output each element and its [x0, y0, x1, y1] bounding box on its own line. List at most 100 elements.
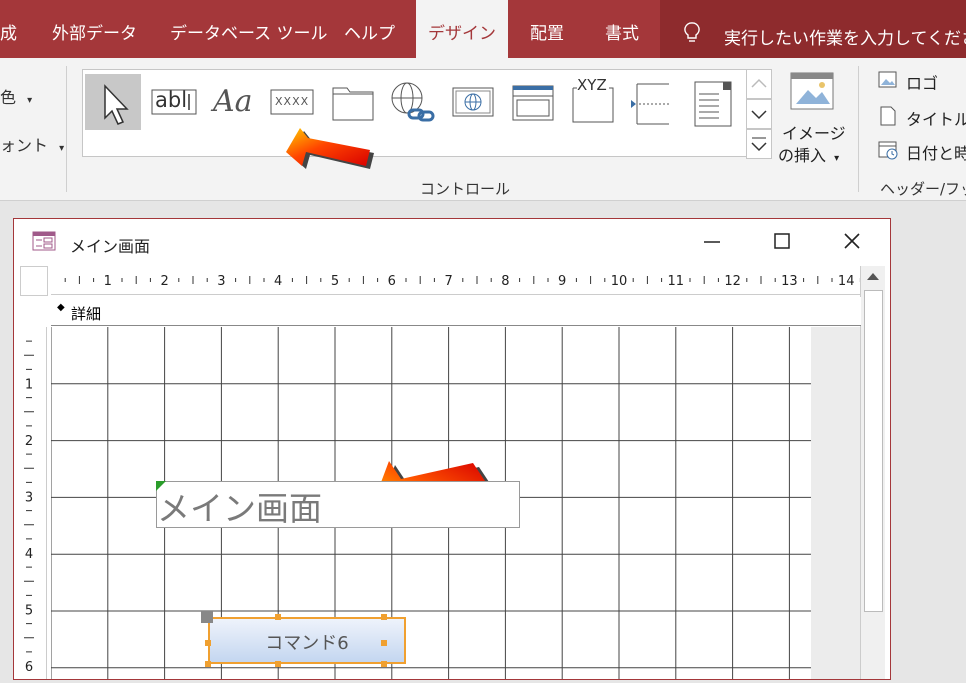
vertical-ruler[interactable]: 1 2 3 4 5 6	[20, 327, 47, 679]
vertical-ruler-ticks: 1 2 3 4 5 6	[24, 340, 34, 675]
ruler-number: 12	[724, 274, 741, 289]
controls-group-label: コントロール	[420, 180, 511, 198]
window-title: メイン画面	[70, 237, 151, 256]
gallery-scroll-down-button[interactable]	[746, 99, 772, 129]
header-footer-group-label: ヘッダー/フッ	[880, 180, 966, 198]
tab-design[interactable]: デザイン	[416, 0, 508, 58]
ribbon-tab-bar: 成 外部データ データベース ツール ヘルプ デザイン 配置 書式 実行したい作…	[0, 0, 966, 58]
ruler-corner[interactable]	[20, 266, 48, 296]
ruler-number: 3	[25, 491, 33, 506]
hyperlink-icon[interactable]	[383, 74, 439, 130]
resize-handle[interactable]	[381, 661, 387, 667]
window-title-bar: メイン画面	[14, 219, 890, 263]
scroll-thumb[interactable]	[864, 290, 883, 612]
ruler-number: 5	[331, 274, 339, 289]
title-icon	[880, 106, 896, 126]
ruler-number: 6	[25, 660, 33, 675]
detail-section-header[interactable]: ◆ 詳細	[51, 297, 861, 326]
section-marker-icon: ◆	[57, 302, 65, 313]
resize-handle[interactable]	[381, 640, 387, 646]
maximize-button[interactable]	[760, 225, 804, 257]
gallery-scroll-up-button[interactable]	[746, 69, 772, 99]
ruler-number: 1	[25, 378, 33, 393]
tab-label: 外部データ	[52, 24, 137, 44]
ruler-number: 7	[444, 274, 452, 289]
dropdown-arrow-icon: ▾	[59, 143, 65, 154]
gallery-scroll	[746, 69, 772, 159]
tab-format[interactable]: 書式	[590, 0, 654, 58]
move-handle[interactable]	[201, 611, 213, 623]
tab-create[interactable]: 成	[0, 0, 30, 58]
resize-handle[interactable]	[205, 640, 211, 646]
insert-image-button[interactable]: イメージ の挿入 ▾	[778, 68, 850, 168]
tell-me-text: 実行したい作業を入力してください	[724, 29, 966, 49]
page-break-icon[interactable]	[627, 74, 683, 130]
button-icon-text: XXXX	[275, 95, 310, 108]
ruler-number: 3	[217, 274, 225, 289]
tab-label: ヘルプ	[344, 24, 395, 44]
lightbulb-icon	[684, 22, 700, 42]
design-grid[interactable]: メイン画面 コマンド6	[51, 327, 811, 679]
form-icon	[32, 231, 56, 251]
ribbon-body: 色 ▾ ォント ▾ abl Aa XXXX XYZ イメージ の挿入 ▾ コント…	[0, 58, 966, 201]
label-icon[interactable]: Aa	[207, 74, 263, 130]
maximize-icon	[774, 233, 790, 249]
navigation-control-icon[interactable]	[505, 74, 561, 130]
section-title: 詳細	[71, 305, 102, 323]
date-time-icon	[878, 141, 898, 160]
gallery-more-button[interactable]	[746, 129, 772, 159]
tab-label: 書式	[605, 24, 639, 44]
tab-arrange[interactable]: 配置	[516, 0, 578, 58]
select-pointer-icon[interactable]	[85, 74, 141, 130]
form-outside-area	[811, 327, 860, 679]
color-menu[interactable]: 色 ▾	[0, 84, 32, 108]
minimize-button[interactable]	[690, 225, 734, 257]
vertical-scrollbar[interactable]	[860, 266, 885, 679]
ruler-number: 1	[104, 274, 112, 289]
ruler-number: 13	[781, 274, 798, 289]
logo-label: ロゴ	[906, 74, 939, 93]
ruler-number: 2	[160, 274, 168, 289]
option-group-icon-text: XYZ	[577, 76, 607, 94]
resize-handle[interactable]	[205, 661, 211, 667]
insert-image-label-1: イメージ	[782, 124, 846, 143]
logo-icon	[878, 71, 897, 88]
close-icon	[844, 233, 860, 249]
title-label: タイトル	[906, 110, 966, 129]
option-group-icon[interactable]: XYZ	[565, 74, 621, 130]
insert-image-label-2: の挿入	[778, 146, 827, 165]
tab-label: データベース ツール	[170, 24, 328, 44]
ruler-number: 10	[611, 274, 628, 289]
title-label-control[interactable]: メイン画面	[156, 481, 520, 528]
combo-box-icon[interactable]	[685, 74, 741, 130]
resize-handle[interactable]	[275, 661, 281, 667]
close-button[interactable]	[830, 225, 874, 257]
textbox-icon[interactable]: abl	[147, 74, 203, 130]
command-button-control[interactable]: コマンド6	[208, 617, 406, 664]
resize-handle[interactable]	[381, 614, 387, 620]
font-label: ォント	[0, 136, 49, 155]
tab-external-data[interactable]: 外部データ	[40, 0, 158, 58]
font-menu[interactable]: ォント ▾	[0, 132, 64, 156]
command-button-label: コマンド6	[265, 633, 349, 654]
ruler-number: 6	[388, 274, 396, 289]
tell-me-box[interactable]: 実行したい作業を入力してください	[660, 0, 966, 58]
tab-label: デザイン	[428, 24, 496, 44]
minimize-icon	[704, 241, 720, 243]
tab-help[interactable]: ヘルプ	[330, 0, 420, 58]
tab-label: 配置	[530, 24, 564, 44]
horizontal-ruler-ticks: 1 2 3 4 5 6 7 8 9 10 11 12 13 14	[64, 274, 861, 289]
dropdown-arrow-icon: ▾	[27, 95, 33, 106]
resize-handle[interactable]	[275, 614, 281, 620]
ruler-number: 4	[274, 274, 282, 289]
controls-gallery: abl Aa XXXX XYZ	[82, 69, 748, 157]
web-browser-icon[interactable]	[445, 74, 501, 130]
form-design-window: メイン画面 1 2 3 4 5 6 7 8 9 10 11 12 13 14 ◆ 詳細 123456	[13, 218, 891, 680]
horizontal-ruler[interactable]: 1 2 3 4 5 6 7 8 9 10 11 12 13 14	[51, 266, 861, 295]
ruler-number: 8	[501, 274, 509, 289]
ruler-number: 11	[668, 274, 685, 289]
ruler-number: 5	[25, 604, 33, 619]
scroll-up-icon[interactable]	[861, 266, 885, 286]
tab-database-tools[interactable]: データベース ツール	[156, 0, 330, 58]
color-label: 色	[0, 88, 17, 107]
